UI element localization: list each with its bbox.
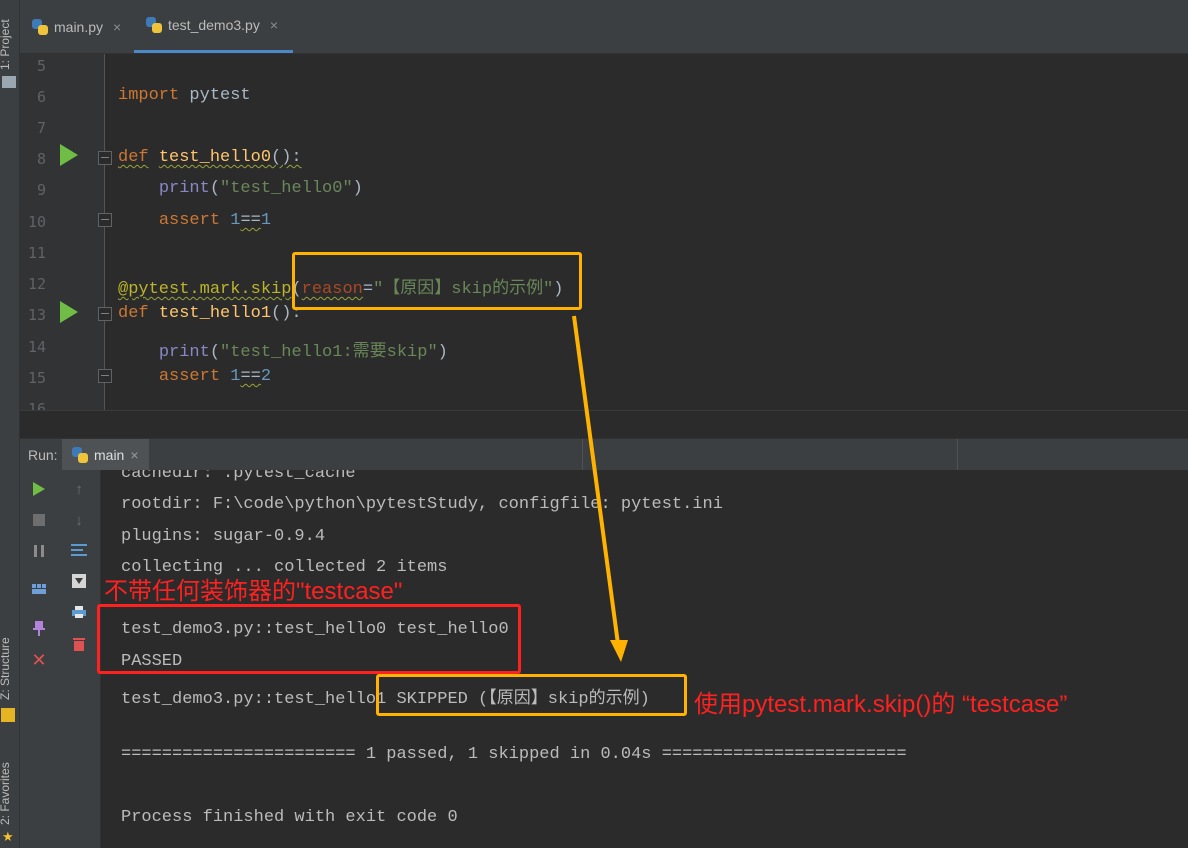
annotation-no-decorator: 不带任何装饰器的"testcase" xyxy=(104,578,403,605)
annotation-with-skip: 使用pytest.mark.skip()的 “testcase” xyxy=(694,691,1068,718)
annotation-arrow xyxy=(572,315,628,662)
